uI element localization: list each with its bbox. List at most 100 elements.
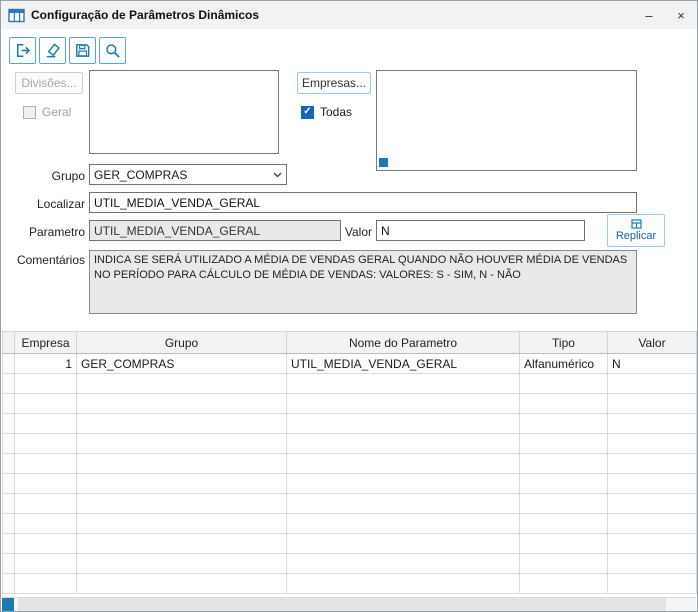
divisoes-button[interactable]: Divisões... bbox=[15, 72, 83, 94]
save-button[interactable] bbox=[69, 37, 96, 64]
cell[interactable] bbox=[519, 413, 608, 434]
cell[interactable] bbox=[286, 533, 520, 554]
cell[interactable] bbox=[286, 453, 520, 474]
localizar-input[interactable] bbox=[89, 192, 637, 213]
cell[interactable] bbox=[519, 513, 608, 534]
cell[interactable] bbox=[519, 473, 608, 494]
table-row[interactable]: 1 GER_COMPRAS UTIL_MEDIA_VENDA_GERAL Alfanu… bbox=[2, 353, 697, 374]
cell[interactable] bbox=[14, 373, 77, 394]
cell[interactable]: GER_COMPRAS bbox=[76, 353, 287, 374]
table-row[interactable] bbox=[2, 433, 697, 454]
table-row[interactable] bbox=[2, 553, 697, 574]
cell[interactable] bbox=[519, 553, 608, 574]
cell[interactable] bbox=[286, 393, 520, 414]
cell[interactable] bbox=[607, 493, 697, 514]
cell[interactable] bbox=[76, 393, 287, 414]
cell[interactable] bbox=[76, 493, 287, 514]
cell[interactable] bbox=[286, 573, 520, 594]
replicar-button[interactable]: Replicar bbox=[607, 214, 665, 247]
cell[interactable] bbox=[76, 533, 287, 554]
search-button[interactable] bbox=[99, 37, 126, 64]
row-selector[interactable] bbox=[2, 433, 15, 454]
cell[interactable] bbox=[76, 553, 287, 574]
cell[interactable] bbox=[607, 393, 697, 414]
cell[interactable] bbox=[286, 493, 520, 514]
cell[interactable] bbox=[76, 433, 287, 454]
cell[interactable] bbox=[607, 473, 697, 494]
cell[interactable] bbox=[286, 513, 520, 534]
valor-input[interactable] bbox=[376, 220, 585, 241]
cell[interactable] bbox=[519, 373, 608, 394]
cell[interactable] bbox=[14, 553, 77, 574]
cell[interactable]: N bbox=[607, 353, 697, 374]
empresas-listbox[interactable] bbox=[376, 70, 637, 171]
geral-checkbox[interactable]: Geral bbox=[23, 105, 71, 119]
scroll-anchor[interactable] bbox=[2, 598, 14, 611]
cell[interactable] bbox=[14, 393, 77, 414]
scrollbar-thumb[interactable] bbox=[18, 598, 666, 611]
cell[interactable]: Alfanumérico bbox=[519, 353, 608, 374]
cell[interactable]: 1 bbox=[14, 353, 77, 374]
cell[interactable] bbox=[76, 453, 287, 474]
close-button[interactable]: × bbox=[665, 1, 697, 29]
clear-button[interactable] bbox=[39, 37, 66, 64]
cell[interactable] bbox=[519, 393, 608, 414]
row-selector[interactable] bbox=[2, 513, 15, 534]
table-row[interactable] bbox=[2, 413, 697, 434]
cell[interactable] bbox=[14, 473, 77, 494]
cell[interactable] bbox=[286, 413, 520, 434]
grupo-combobox[interactable]: GER_COMPRAS bbox=[89, 164, 287, 185]
table-row[interactable] bbox=[2, 573, 697, 594]
cell[interactable] bbox=[76, 413, 287, 434]
cell[interactable] bbox=[607, 433, 697, 454]
row-selector[interactable] bbox=[2, 353, 15, 374]
cell[interactable] bbox=[14, 433, 77, 454]
cell[interactable] bbox=[286, 553, 520, 574]
table-row[interactable] bbox=[2, 513, 697, 534]
cell[interactable] bbox=[76, 573, 287, 594]
row-selector[interactable] bbox=[2, 373, 15, 394]
minimize-button[interactable]: – bbox=[633, 1, 665, 29]
cell[interactable]: UTIL_MEDIA_VENDA_GERAL bbox=[286, 353, 520, 374]
empresas-button[interactable]: Empresas... bbox=[297, 72, 371, 94]
cell[interactable] bbox=[14, 513, 77, 534]
table-row[interactable] bbox=[2, 493, 697, 514]
cell[interactable] bbox=[607, 513, 697, 534]
cell[interactable] bbox=[76, 373, 287, 394]
cell[interactable] bbox=[607, 413, 697, 434]
exit-button[interactable] bbox=[9, 37, 36, 64]
cell[interactable] bbox=[519, 493, 608, 514]
table-row[interactable] bbox=[2, 373, 697, 394]
cell[interactable] bbox=[519, 433, 608, 454]
cell[interactable] bbox=[607, 573, 697, 594]
cell[interactable] bbox=[286, 473, 520, 494]
table-row[interactable] bbox=[2, 393, 697, 414]
row-selector[interactable] bbox=[2, 453, 15, 474]
row-selector[interactable] bbox=[2, 533, 15, 554]
row-selector[interactable] bbox=[2, 413, 15, 434]
row-selector[interactable] bbox=[2, 393, 15, 414]
table-row[interactable] bbox=[2, 453, 697, 474]
cell[interactable] bbox=[607, 373, 697, 394]
cell[interactable] bbox=[14, 453, 77, 474]
cell[interactable] bbox=[607, 533, 697, 554]
row-selector[interactable] bbox=[2, 473, 15, 494]
cell[interactable] bbox=[14, 413, 77, 434]
cell[interactable] bbox=[607, 453, 697, 474]
divisoes-listbox[interactable] bbox=[89, 70, 279, 154]
cell[interactable] bbox=[519, 453, 608, 474]
cell[interactable] bbox=[14, 493, 77, 514]
cell[interactable] bbox=[519, 533, 608, 554]
row-selector[interactable] bbox=[2, 573, 15, 594]
cell[interactable] bbox=[76, 473, 287, 494]
cell[interactable] bbox=[286, 433, 520, 454]
cell[interactable] bbox=[76, 513, 287, 534]
cell[interactable] bbox=[519, 573, 608, 594]
table-row[interactable] bbox=[2, 473, 697, 494]
row-selector[interactable] bbox=[2, 553, 15, 574]
cell[interactable] bbox=[14, 573, 77, 594]
table-row[interactable] bbox=[2, 533, 697, 554]
cell[interactable] bbox=[14, 533, 77, 554]
scroll-indicator[interactable] bbox=[379, 158, 388, 167]
titlebar[interactable]: Configuração de Parâmetros Dinâmicos – × bbox=[1, 1, 697, 29]
